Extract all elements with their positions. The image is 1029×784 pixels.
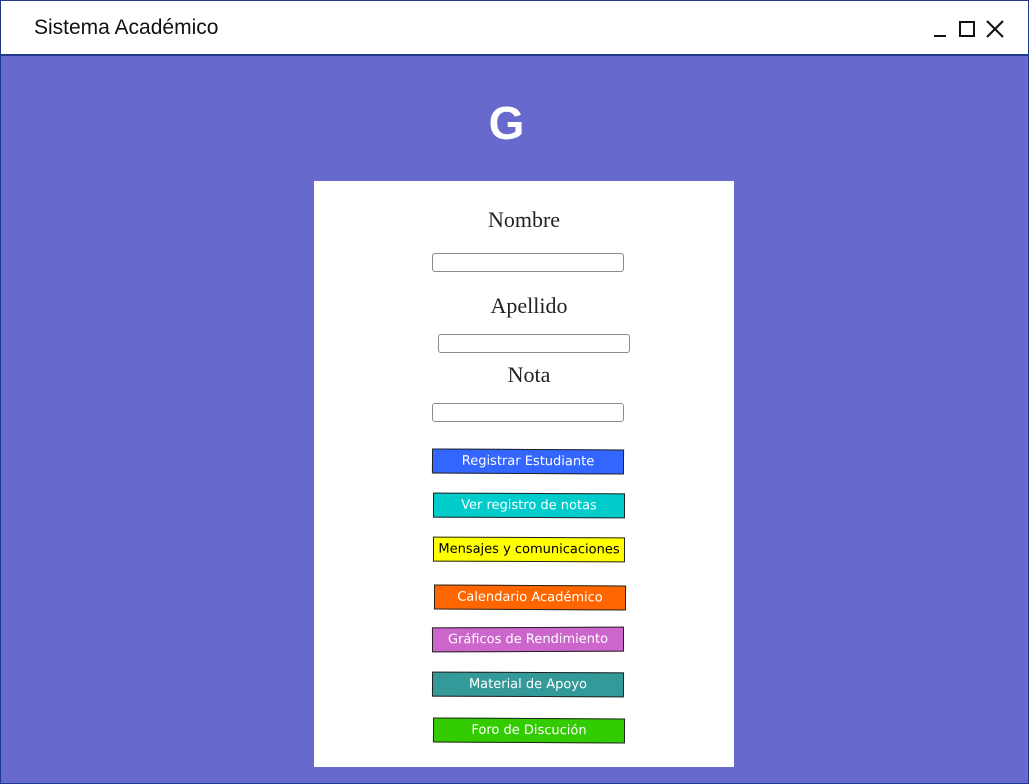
maximize-icon[interactable]	[957, 19, 977, 39]
apellido-label: Apellido	[490, 293, 568, 318]
foro-discucion-button[interactable]: Foro de Discución	[432, 717, 626, 744]
nota-input[interactable]	[432, 403, 624, 422]
nombre-input[interactable]	[432, 253, 624, 272]
calendario-academico-button[interactable]: Calendario Académico	[433, 584, 627, 611]
nombre-label: Nombre	[487, 207, 561, 232]
form-panel: Nombre Apellido Nota Registrar Estudiant…	[314, 181, 734, 767]
graficos-rendimiento-button[interactable]: Gráficos de Rendimiento	[431, 626, 625, 653]
mensajes-comunicaciones-button[interactable]: Mensajes y comunicaciones	[432, 536, 626, 563]
ver-registro-notas-button[interactable]: Ver registro de notas	[432, 492, 626, 519]
logo: G	[488, 97, 525, 149]
window-title: Sistema Académico	[34, 16, 219, 39]
close-icon[interactable]	[985, 19, 1005, 39]
minimize-icon[interactable]	[930, 19, 950, 39]
registrar-estudiante-button[interactable]: Registrar Estudiante	[431, 448, 625, 475]
apellido-input[interactable]	[438, 334, 630, 353]
app-window: Sistema Académico G Nombre Apellido Nota…	[0, 0, 1029, 784]
nota-label: Nota	[507, 362, 551, 387]
title-bar: Sistema Académico	[1, 1, 1028, 56]
material-apoyo-button[interactable]: Material de Apoyo	[431, 671, 625, 698]
